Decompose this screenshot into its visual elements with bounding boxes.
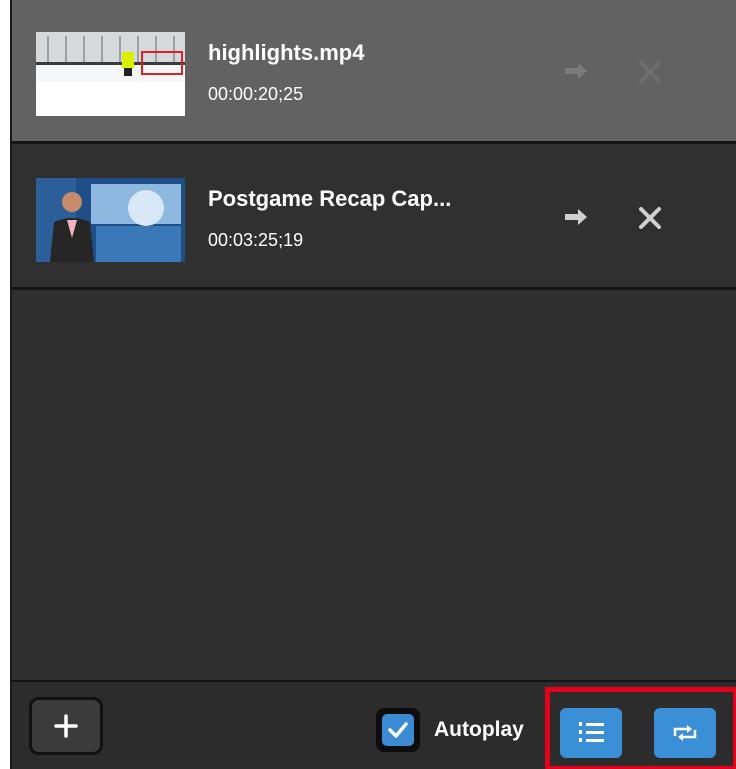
playlist-panel: highlights.mp4 00:00:20;25 Postgame Reca… [10,0,736,769]
remove-item-button[interactable] [632,200,668,236]
autoplay-checkbox[interactable] [376,708,420,752]
add-media-button[interactable] [29,697,103,755]
playlist-toolbar: Autoplay [12,680,736,769]
autoplay-label: Autoplay [434,718,524,741]
item-duration: 00:00:20;25 [208,84,304,104]
item-title: highlights.mp4 [208,40,365,65]
plus-icon [54,714,78,738]
video-thumbnail [36,32,185,116]
remove-item-button[interactable] [632,54,668,90]
close-icon [639,61,661,83]
numbered-list-icon [579,722,604,742]
send-to-program-button[interactable] [558,54,594,90]
loop-mode-button[interactable] [654,708,716,758]
checkmark-icon [388,722,408,738]
close-icon [639,207,661,229]
arrow-right-icon [565,63,587,79]
playlist-item[interactable]: Postgame Recap Cap... 00:03:25;19 [12,146,736,290]
video-thumbnail [36,178,185,262]
arrow-right-icon [565,209,587,225]
item-duration: 00:03:25;19 [208,230,304,250]
repeat-icon [673,725,697,741]
item-title: Postgame Recap Cap... [208,186,452,211]
playlist-mode-button[interactable] [560,708,622,758]
playlist-item[interactable]: highlights.mp4 00:00:20;25 [12,0,736,144]
send-to-program-button[interactable] [558,200,594,236]
